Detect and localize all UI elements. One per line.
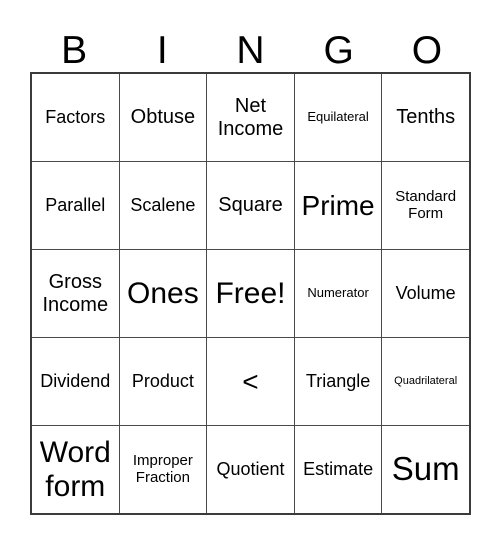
bingo-cell[interactable]: Factors: [32, 74, 120, 161]
bingo-cell-label: Dividend: [40, 371, 111, 392]
bingo-card: B I N G O Factors Obtuse Net Income Equi…: [0, 0, 500, 544]
bingo-cell[interactable]: Standard Form: [382, 162, 469, 249]
bingo-cell-label: Standard Form: [395, 187, 457, 222]
bingo-cell-free[interactable]: Free!: [207, 250, 295, 337]
bingo-cell[interactable]: Net Income: [207, 74, 295, 161]
bingo-cell-label: Numerator: [307, 285, 369, 301]
bingo-cell-label: Scalene: [130, 195, 196, 216]
bingo-cell[interactable]: Obtuse: [119, 74, 208, 161]
bingo-cell[interactable]: Triangle: [294, 338, 383, 425]
bingo-cell-label: Ones: [127, 276, 199, 310]
bingo-cell-label: Triangle: [305, 371, 371, 392]
bingo-cell[interactable]: Scalene: [119, 162, 208, 249]
bingo-row: Dividend Product < Triangle Quadrilatera…: [32, 338, 469, 426]
bingo-header-letter-g: G: [323, 29, 354, 72]
bingo-cell[interactable]: Parallel: [32, 162, 120, 249]
bingo-cell-label: Quotient: [216, 459, 285, 480]
bingo-cell-label: Square: [218, 194, 283, 217]
bingo-row: Factors Obtuse Net Income Equilateral Te…: [32, 74, 469, 162]
bingo-header-letter-n: N: [236, 29, 265, 72]
bingo-grid: Factors Obtuse Net Income Equilateral Te…: [30, 72, 471, 515]
bingo-cell[interactable]: Word form: [32, 426, 120, 513]
bingo-cell-label: Sum: [391, 450, 460, 488]
bingo-row: Gross Income Ones Free! Numerator Volume: [32, 250, 469, 338]
bingo-cell[interactable]: Tenths: [382, 74, 469, 161]
bingo-row: Word form Improper Fraction Quotient Est…: [32, 426, 469, 513]
bingo-cell[interactable]: Quotient: [207, 426, 295, 513]
bingo-cell[interactable]: Ones: [119, 250, 208, 337]
bingo-cell[interactable]: <: [207, 338, 295, 425]
bingo-header-row: B I N G O: [30, 14, 471, 72]
bingo-cell-label: Equilateral: [307, 109, 369, 125]
bingo-cell[interactable]: Quadrilateral: [382, 338, 469, 425]
bingo-cell-label: Product: [131, 371, 194, 392]
bingo-cell[interactable]: Gross Income: [32, 250, 120, 337]
bingo-cell-label: Quadrilateral: [394, 375, 458, 388]
bingo-cell[interactable]: Volume: [382, 250, 469, 337]
bingo-cell-label: Free!: [215, 276, 286, 310]
bingo-cell[interactable]: Square: [207, 162, 295, 249]
bingo-cell-label: Tenths: [396, 106, 456, 129]
bingo-cell-label: <: [242, 365, 259, 397]
bingo-cell[interactable]: Product: [119, 338, 208, 425]
bingo-header-letter-i: I: [156, 29, 168, 72]
bingo-cell-label: Gross Income: [42, 271, 109, 316]
bingo-cell-label: Factors: [45, 107, 106, 128]
bingo-cell[interactable]: Equilateral: [294, 74, 383, 161]
bingo-cell[interactable]: Numerator: [294, 250, 383, 337]
bingo-header-letter-o: O: [411, 29, 443, 72]
bingo-cell-label: Prime: [301, 189, 375, 221]
bingo-cell[interactable]: Sum: [382, 426, 469, 513]
bingo-cell[interactable]: Prime: [294, 162, 383, 249]
bingo-cell-label: Word form: [39, 435, 111, 503]
bingo-cell[interactable]: Dividend: [32, 338, 120, 425]
bingo-cell-label: Volume: [395, 283, 456, 304]
bingo-cell-label: Net Income: [217, 95, 284, 140]
bingo-cell-label: Parallel: [45, 195, 106, 216]
bingo-header-letter-b: B: [61, 29, 88, 72]
bingo-cell[interactable]: Improper Fraction: [119, 426, 208, 513]
bingo-cell-label: Obtuse: [130, 106, 196, 129]
bingo-cell-label: Improper Fraction: [132, 451, 193, 486]
bingo-cell[interactable]: Estimate: [294, 426, 383, 513]
bingo-cell-label: Estimate: [303, 459, 374, 480]
bingo-row: Parallel Scalene Square Prime Standard F…: [32, 162, 469, 250]
